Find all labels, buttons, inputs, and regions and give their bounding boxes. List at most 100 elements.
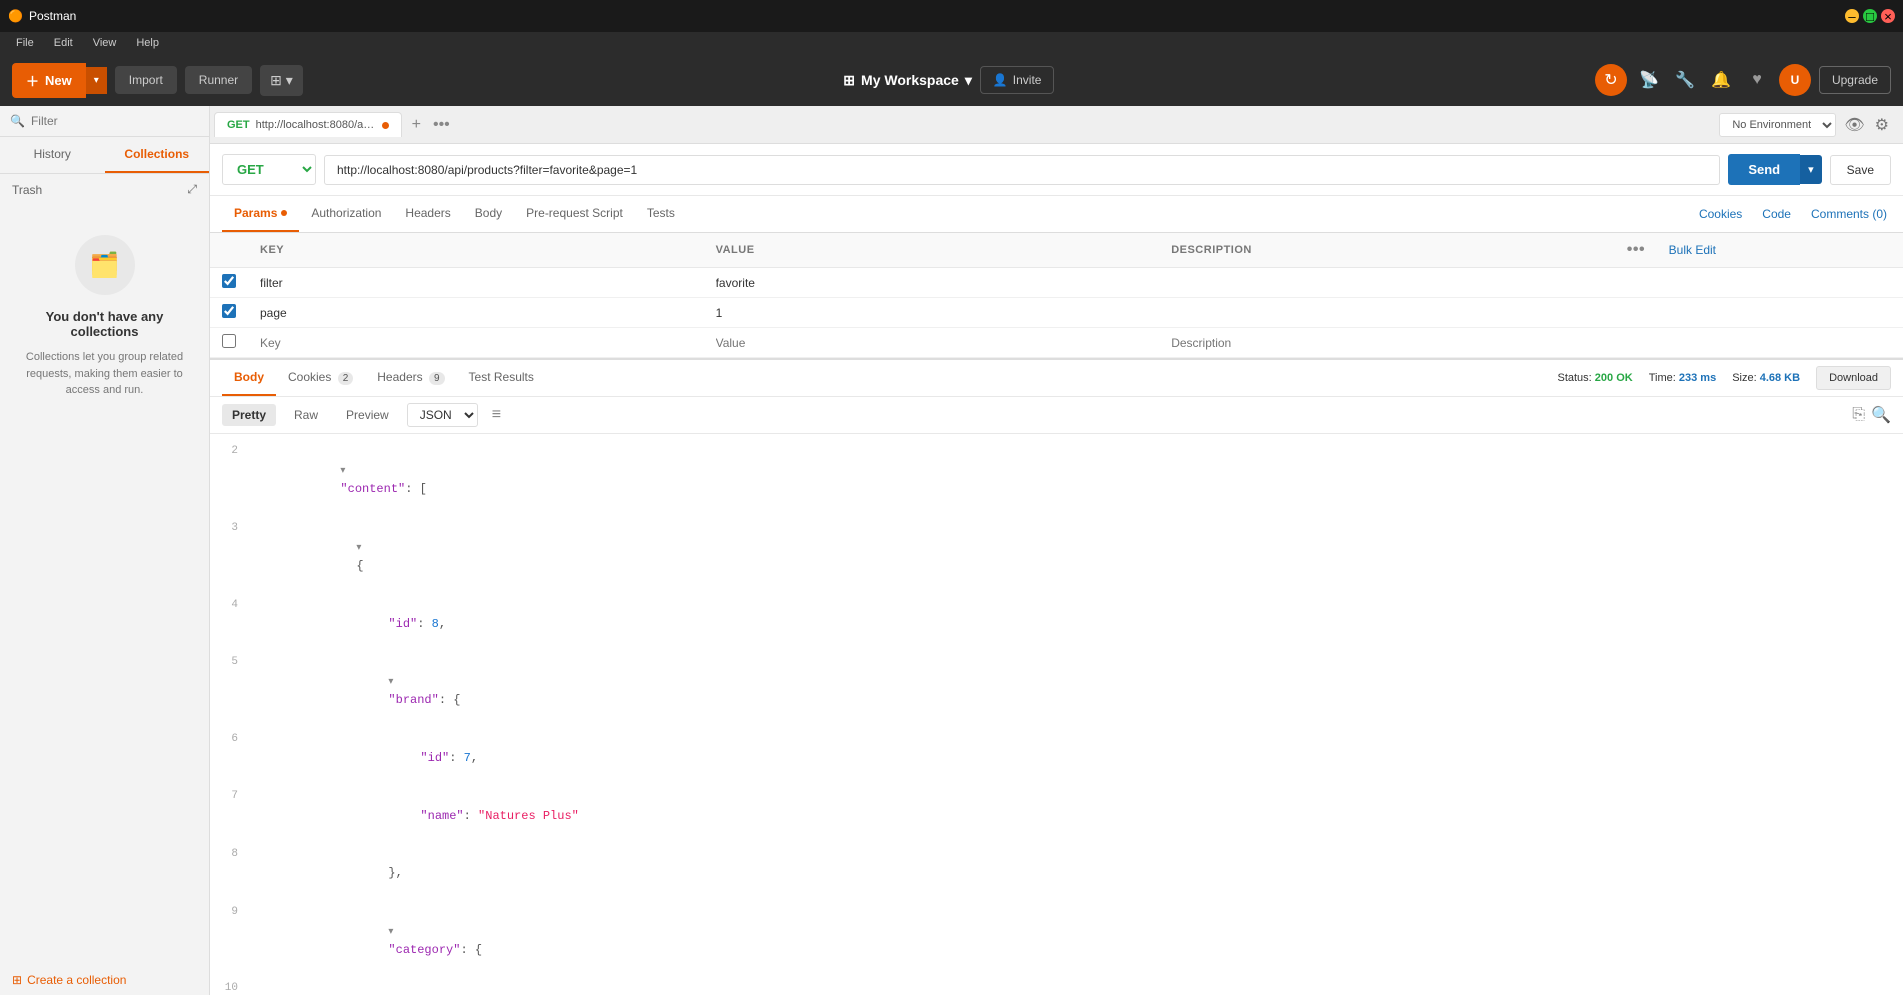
invite-button[interactable]: 👤 Invite bbox=[980, 66, 1055, 94]
maximize-button[interactable]: □ bbox=[1863, 9, 1877, 23]
key-column-header: KEY bbox=[248, 233, 704, 268]
expand-button[interactable]: ▾ bbox=[356, 542, 361, 553]
search-input[interactable] bbox=[31, 114, 199, 128]
tab-actions: + ••• bbox=[408, 114, 454, 136]
save-button[interactable]: Save bbox=[1830, 155, 1891, 185]
param-key-0[interactable] bbox=[260, 276, 692, 290]
param-checkbox-1[interactable] bbox=[222, 304, 236, 318]
req-tab-body[interactable]: Body bbox=[463, 196, 514, 232]
env-eye-button[interactable]: 👁 bbox=[1842, 113, 1866, 137]
code-link[interactable]: Code bbox=[1758, 197, 1795, 231]
avatar-button[interactable]: U bbox=[1779, 64, 1811, 96]
more-tabs-button[interactable]: ••• bbox=[429, 114, 454, 136]
more-actions-icon[interactable]: ••• bbox=[1627, 241, 1645, 258]
new-button[interactable]: ＋ New bbox=[12, 63, 86, 98]
menu-edit[interactable]: Edit bbox=[46, 35, 81, 51]
param-desc-2[interactable] bbox=[1171, 336, 1603, 350]
send-dropdown-button[interactable]: ▾ bbox=[1800, 155, 1822, 184]
runner-button[interactable]: Runner bbox=[185, 66, 252, 94]
close-button[interactable]: × bbox=[1881, 9, 1895, 23]
expand-button[interactable]: ▾ bbox=[388, 676, 393, 687]
params-body bbox=[210, 268, 1903, 358]
preview-view-button[interactable]: Preview bbox=[336, 404, 399, 426]
param-desc-0[interactable] bbox=[1171, 276, 1603, 290]
response-body-toolbar: Pretty Raw Preview JSON ≡ ⎘ 🔍 bbox=[210, 397, 1903, 434]
upgrade-button[interactable]: Upgrade bbox=[1819, 66, 1891, 94]
tab-method-badge: GET bbox=[227, 119, 250, 131]
add-tab-button[interactable]: + bbox=[408, 114, 425, 136]
resp-tab-headers[interactable]: Headers 9 bbox=[365, 360, 456, 396]
expand-icon: ⤢ bbox=[187, 182, 197, 197]
grid-icon: ⊞ bbox=[843, 72, 855, 89]
search-response-button[interactable]: 🔍 bbox=[1871, 405, 1891, 425]
layout-button[interactable]: ⊞ ▾ bbox=[260, 65, 303, 96]
table-row bbox=[210, 268, 1903, 298]
time-label: Time: 233 ms bbox=[1649, 372, 1716, 384]
create-collection-button[interactable]: ⊞ Create a collection bbox=[0, 965, 209, 995]
param-key-1[interactable] bbox=[260, 306, 692, 320]
wrench-icon-button[interactable]: 🔧 bbox=[1671, 66, 1699, 94]
request-tabs-bar: Params Authorization Headers Body Pre-re… bbox=[210, 196, 1903, 233]
param-checkbox-0[interactable] bbox=[222, 274, 236, 288]
content-area: GET http://localhost:8080/api/produc + •… bbox=[210, 106, 1903, 995]
param-value-1[interactable] bbox=[716, 306, 1148, 320]
environment-select[interactable]: No Environment bbox=[1719, 113, 1836, 137]
param-checkbox-2[interactable] bbox=[222, 334, 236, 348]
json-line: 3 ▾ { bbox=[210, 519, 1903, 596]
menu-view[interactable]: View bbox=[85, 35, 125, 51]
unsaved-indicator bbox=[382, 122, 389, 129]
req-tab-headers[interactable]: Headers bbox=[393, 196, 462, 232]
param-desc-1[interactable] bbox=[1171, 306, 1603, 320]
resp-tab-cookies[interactable]: Cookies 2 bbox=[276, 360, 365, 396]
bulk-edit-button[interactable]: Bulk Edit bbox=[1669, 243, 1716, 257]
new-dropdown-button[interactable]: ▾ bbox=[86, 67, 107, 94]
env-settings-button[interactable]: ⚙ bbox=[1873, 113, 1891, 137]
sidebar-tab-collections[interactable]: Collections bbox=[105, 137, 210, 173]
menu-file[interactable]: File bbox=[8, 35, 42, 51]
titlebar: 🟠 Postman – □ × bbox=[0, 0, 1903, 32]
format-icon-button[interactable]: ≡ bbox=[486, 404, 507, 426]
sidebar-tab-history[interactable]: History bbox=[0, 137, 105, 173]
send-button[interactable]: Send bbox=[1728, 154, 1800, 185]
satellite-icon-button[interactable]: 📡 bbox=[1635, 66, 1663, 94]
sync-button[interactable]: ↻ bbox=[1595, 64, 1627, 96]
url-input[interactable] bbox=[324, 155, 1720, 185]
expand-button[interactable]: ▾ bbox=[340, 465, 345, 476]
search-icon: 🔍 bbox=[10, 114, 25, 128]
empty-title: You don't have any collections bbox=[20, 309, 189, 339]
method-select[interactable]: GET POST PUT DELETE PATCH bbox=[222, 154, 316, 185]
sidebar-trash-item[interactable]: Trash ⤢ bbox=[0, 174, 209, 205]
json-viewer[interactable]: 2 ▾ "content": [ 3 ▾ { 4 "id" bbox=[210, 434, 1903, 995]
raw-view-button[interactable]: Raw bbox=[284, 404, 328, 426]
menubar: File Edit View Help bbox=[0, 32, 1903, 54]
workspace-button[interactable]: ⊞ My Workspace ▾ bbox=[843, 72, 972, 89]
pretty-view-button[interactable]: Pretty bbox=[222, 404, 276, 426]
request-tab-active[interactable]: GET http://localhost:8080/api/produc bbox=[214, 112, 402, 137]
heart-icon-button[interactable]: ♥ bbox=[1743, 66, 1771, 94]
resp-tab-test-results[interactable]: Test Results bbox=[457, 360, 546, 396]
cookies-link[interactable]: Cookies bbox=[1695, 197, 1746, 231]
param-key-2[interactable] bbox=[260, 336, 692, 350]
param-value-0[interactable] bbox=[716, 276, 1148, 290]
params-dot bbox=[281, 210, 287, 216]
req-tab-params[interactable]: Params bbox=[222, 196, 299, 232]
comments-link[interactable]: Comments (0) bbox=[1807, 197, 1891, 231]
menu-help[interactable]: Help bbox=[128, 35, 167, 51]
copy-response-button[interactable]: ⎘ bbox=[1852, 405, 1865, 425]
download-button[interactable]: Download bbox=[1816, 366, 1891, 390]
req-tab-pre-request-script[interactable]: Pre-request Script bbox=[514, 196, 635, 232]
main-layout: 🔍 History Collections Trash ⤢ 🗂️ You don… bbox=[0, 106, 1903, 995]
sidebar-search-bar: 🔍 bbox=[0, 106, 209, 137]
expand-button[interactable]: ▾ bbox=[388, 926, 393, 937]
req-tab-authorization[interactable]: Authorization bbox=[299, 196, 393, 232]
sidebar-empty-state: 🗂️ You don't have any collections Collec… bbox=[0, 205, 209, 965]
param-value-2[interactable] bbox=[716, 336, 1148, 350]
req-tab-tests[interactable]: Tests bbox=[635, 196, 687, 232]
minimize-button[interactable]: – bbox=[1845, 9, 1859, 23]
format-select[interactable]: JSON bbox=[407, 403, 478, 427]
chevron-down-icon: ▾ bbox=[965, 72, 972, 89]
import-button[interactable]: Import bbox=[115, 66, 177, 94]
resp-tab-body[interactable]: Body bbox=[222, 360, 276, 396]
bell-icon-button[interactable]: 🔔 bbox=[1707, 66, 1735, 94]
json-line: 9 ▾ "category": { bbox=[210, 903, 1903, 980]
